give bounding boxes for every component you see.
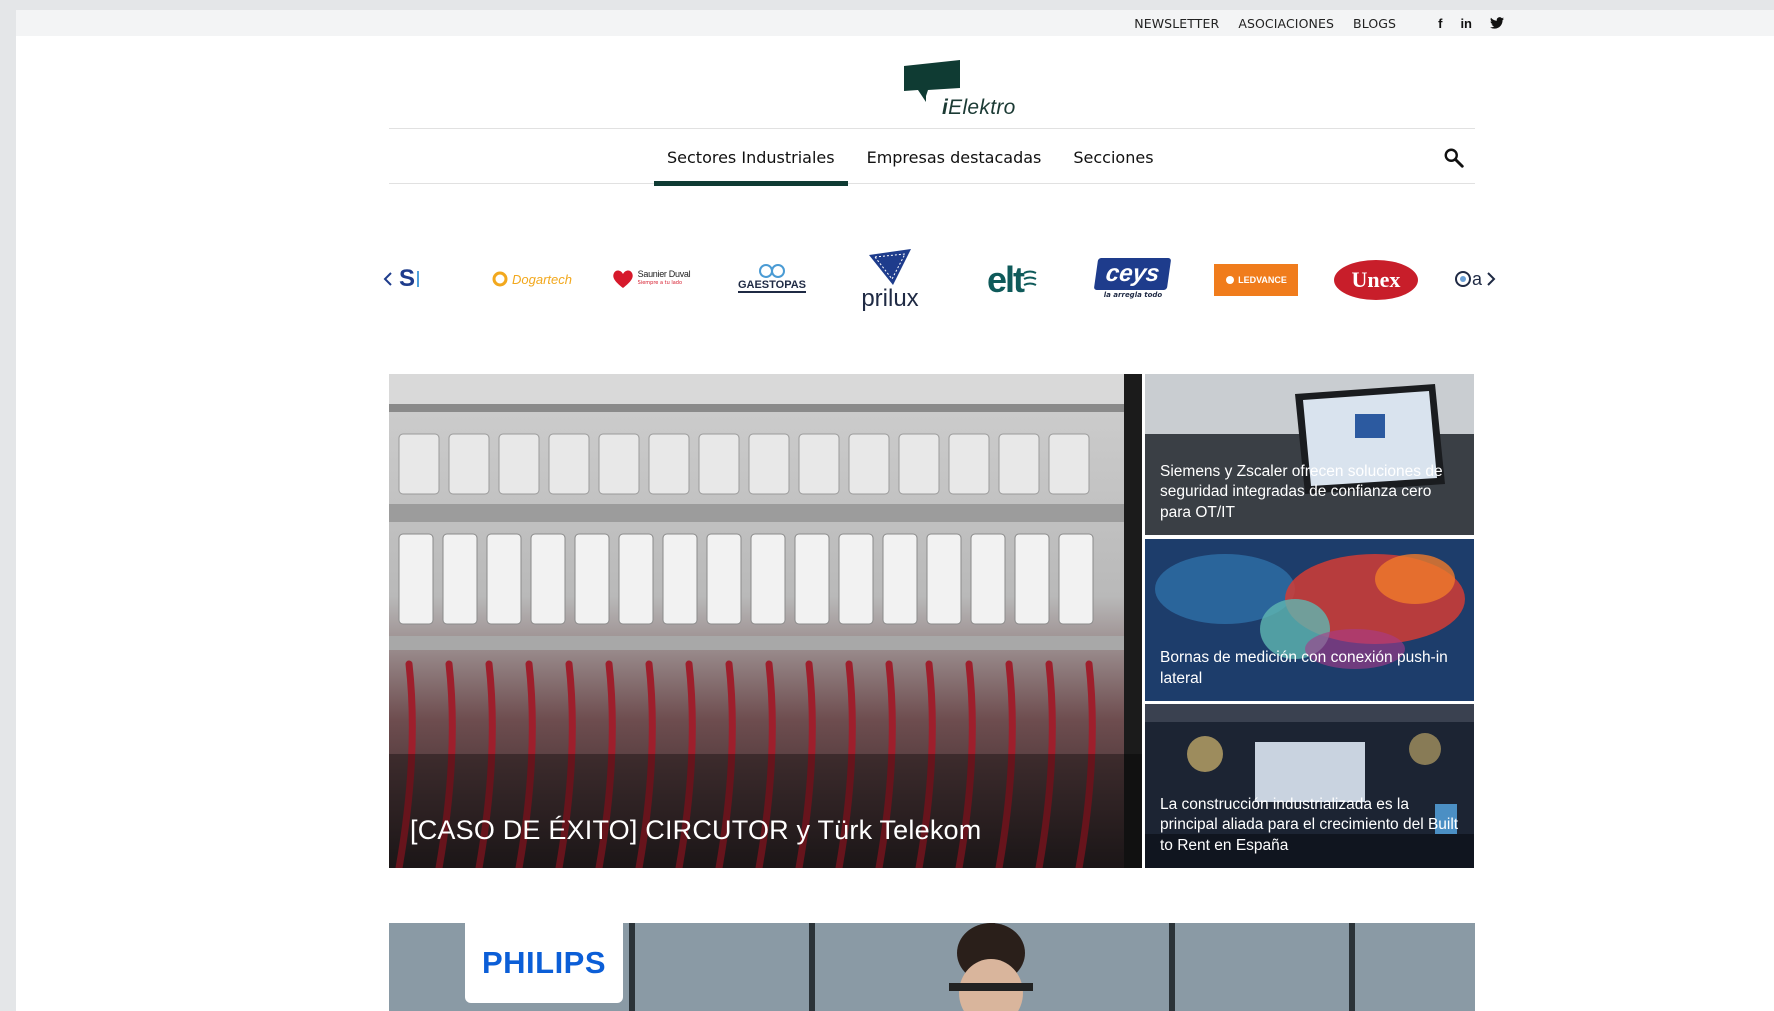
carousel-next-icon[interactable] <box>1484 264 1498 294</box>
ledvance-dot-icon <box>1226 276 1235 284</box>
elt-waves-icon <box>1023 270 1037 286</box>
side-article-bornas[interactable]: Bornas de medición con conexión push-in … <box>1145 539 1474 701</box>
logo-text: iElektro <box>942 96 1016 119</box>
brand-logo-saunier-duval[interactable]: Saunier Duval Siempre a tu lado <box>606 264 696 294</box>
side-article-siemens[interactable]: Siemens y Zscaler ofrecen soluciones de … <box>1145 374 1474 535</box>
brand-logo-gaestopas[interactable]: GAESTOPAS <box>730 256 814 300</box>
brand-logo-prilux[interactable]: prilux <box>850 240 930 322</box>
featured-article[interactable]: [CASO DE ÉXITO] CIRCUTOR y Türk Telekom <box>389 374 1142 868</box>
carousel-prev-icon[interactable] <box>380 264 396 294</box>
side-article-construccion[interactable]: La construcción industrializada es la pr… <box>1145 704 1474 868</box>
brand-logo-unex[interactable]: Unex <box>1334 260 1418 300</box>
side-article-title[interactable]: La construcción industrializada es la pr… <box>1160 795 1464 857</box>
brand-logo-ceys[interactable]: ceys la arregla todo <box>1093 250 1173 306</box>
main-nav: Sectores Industriales Empresas destacada… <box>389 128 1475 186</box>
social-links: f in <box>1438 16 1504 31</box>
search-icon[interactable] <box>1443 147 1465 169</box>
site-logo[interactable]: iElektro <box>902 60 1022 120</box>
patch-panel-image <box>389 374 1142 868</box>
brand-logo-ledvance[interactable]: LEDVANCE <box>1214 264 1298 296</box>
featured-title[interactable]: [CASO DE ÉXITO] CIRCUTOR y Türk Telekom <box>410 815 981 846</box>
nav-empresas-destacadas[interactable]: Empresas destacadas <box>851 129 1058 185</box>
saunier-heart-icon <box>612 270 633 288</box>
nav-sectores-industriales[interactable]: Sectores Industriales <box>651 129 851 186</box>
prilux-triangle-icon <box>869 249 911 285</box>
asociaciones-link[interactable]: ASOCIACIONES <box>1238 16 1334 31</box>
top-nav: NEWSLETTER ASOCIACIONES BLOGS f in <box>1115 10 1504 36</box>
nav-secciones[interactable]: Secciones <box>1057 129 1169 185</box>
brand-a-circle-icon <box>1454 271 1471 287</box>
newsletter-link[interactable]: NEWSLETTER <box>1134 16 1219 31</box>
blogs-link[interactable]: BLOGS <box>1353 16 1396 31</box>
brand-logo-s[interactable]: S <box>396 262 436 296</box>
side-article-title[interactable]: Bornas de medición con conexión push-in … <box>1160 648 1464 689</box>
gaestopas-mark-icon <box>759 263 785 278</box>
brand-carousel: S Dogartech Saunier Duval Siempre a tu l… <box>380 240 1500 330</box>
philips-banner[interactable]: PHILIPS <box>389 923 1475 1011</box>
twitter-icon[interactable] <box>1490 17 1504 29</box>
facebook-icon[interactable]: f <box>1438 16 1442 31</box>
brand-logo-elt[interactable]: elt <box>972 259 1052 300</box>
brand-logo-dogartech[interactable]: Dogartech <box>488 266 576 292</box>
linkedin-icon[interactable]: in <box>1460 16 1472 31</box>
side-article-title[interactable]: Siemens y Zscaler ofrecen soluciones de … <box>1160 462 1464 524</box>
dogartech-ring-icon <box>492 271 508 287</box>
brand-logo-a[interactable]: a <box>1454 264 1482 294</box>
page: NEWSLETTER ASOCIACIONES BLOGS f in iElek… <box>16 10 1774 1011</box>
philips-logo: PHILIPS <box>465 923 623 1003</box>
top-bar: NEWSLETTER ASOCIACIONES BLOGS f in <box>16 10 1774 36</box>
